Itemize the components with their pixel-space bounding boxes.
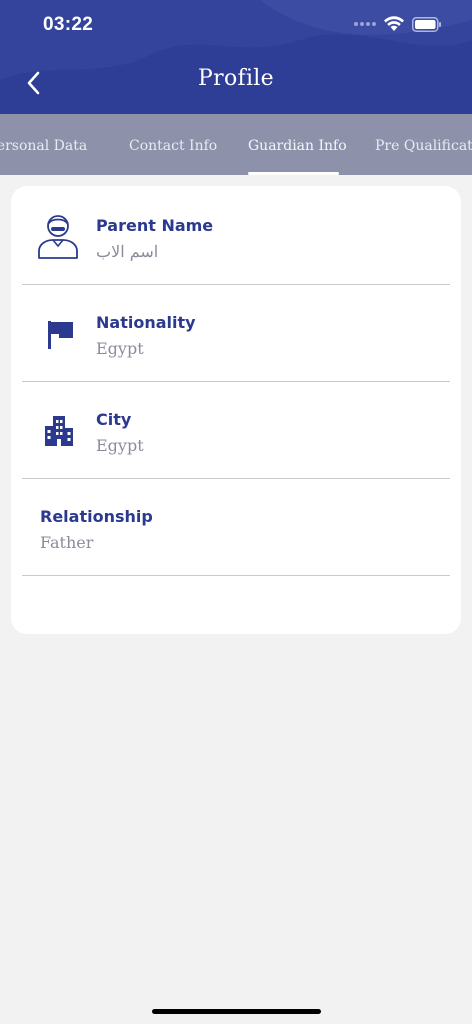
tab-bar: Personal Data Contact Info Guardian Info… bbox=[0, 114, 472, 175]
app-header: 03:22 Profile bbox=[0, 0, 472, 114]
signal-dots-icon bbox=[354, 22, 376, 26]
parent-name-row: Parent Name اسم الاب bbox=[22, 188, 450, 285]
city-label: City bbox=[96, 410, 132, 429]
nationality-value: Egypt bbox=[96, 339, 144, 358]
relationship-value: Father bbox=[40, 533, 94, 552]
tab-personal-data[interactable]: Personal Data bbox=[0, 138, 87, 154]
parent-name-label: Parent Name bbox=[96, 216, 214, 235]
nationality-label: Nationality bbox=[96, 313, 196, 332]
active-tab-indicator bbox=[248, 172, 339, 175]
status-time: 03:22 bbox=[43, 14, 94, 35]
city-row: City Egypt bbox=[22, 382, 450, 479]
status-icons bbox=[354, 16, 442, 32]
battery-icon bbox=[412, 16, 441, 32]
row-divider bbox=[22, 575, 450, 576]
flag-icon bbox=[48, 321, 73, 349]
tab-contact-info[interactable]: Contact Info bbox=[129, 138, 217, 154]
wifi-icon bbox=[384, 16, 404, 31]
tab-pre-qualifications[interactable]: Pre Qualifications bbox=[375, 138, 472, 154]
city-value: Egypt bbox=[96, 436, 144, 455]
relationship-label: Relationship bbox=[40, 507, 153, 526]
page-title: Profile bbox=[198, 66, 274, 91]
guardian-info-card: Parent Name اسم الاب Nationality Egypt C… bbox=[11, 186, 461, 634]
parent-name-value: اسم الاب bbox=[96, 242, 159, 261]
user-icon bbox=[38, 215, 78, 259]
tab-guardian-info[interactable]: Guardian Info bbox=[248, 138, 347, 154]
relationship-row: Relationship Father bbox=[22, 479, 450, 576]
home-indicator[interactable] bbox=[152, 1009, 321, 1014]
building-icon bbox=[45, 416, 73, 446]
nationality-row: Nationality Egypt bbox=[22, 285, 450, 382]
